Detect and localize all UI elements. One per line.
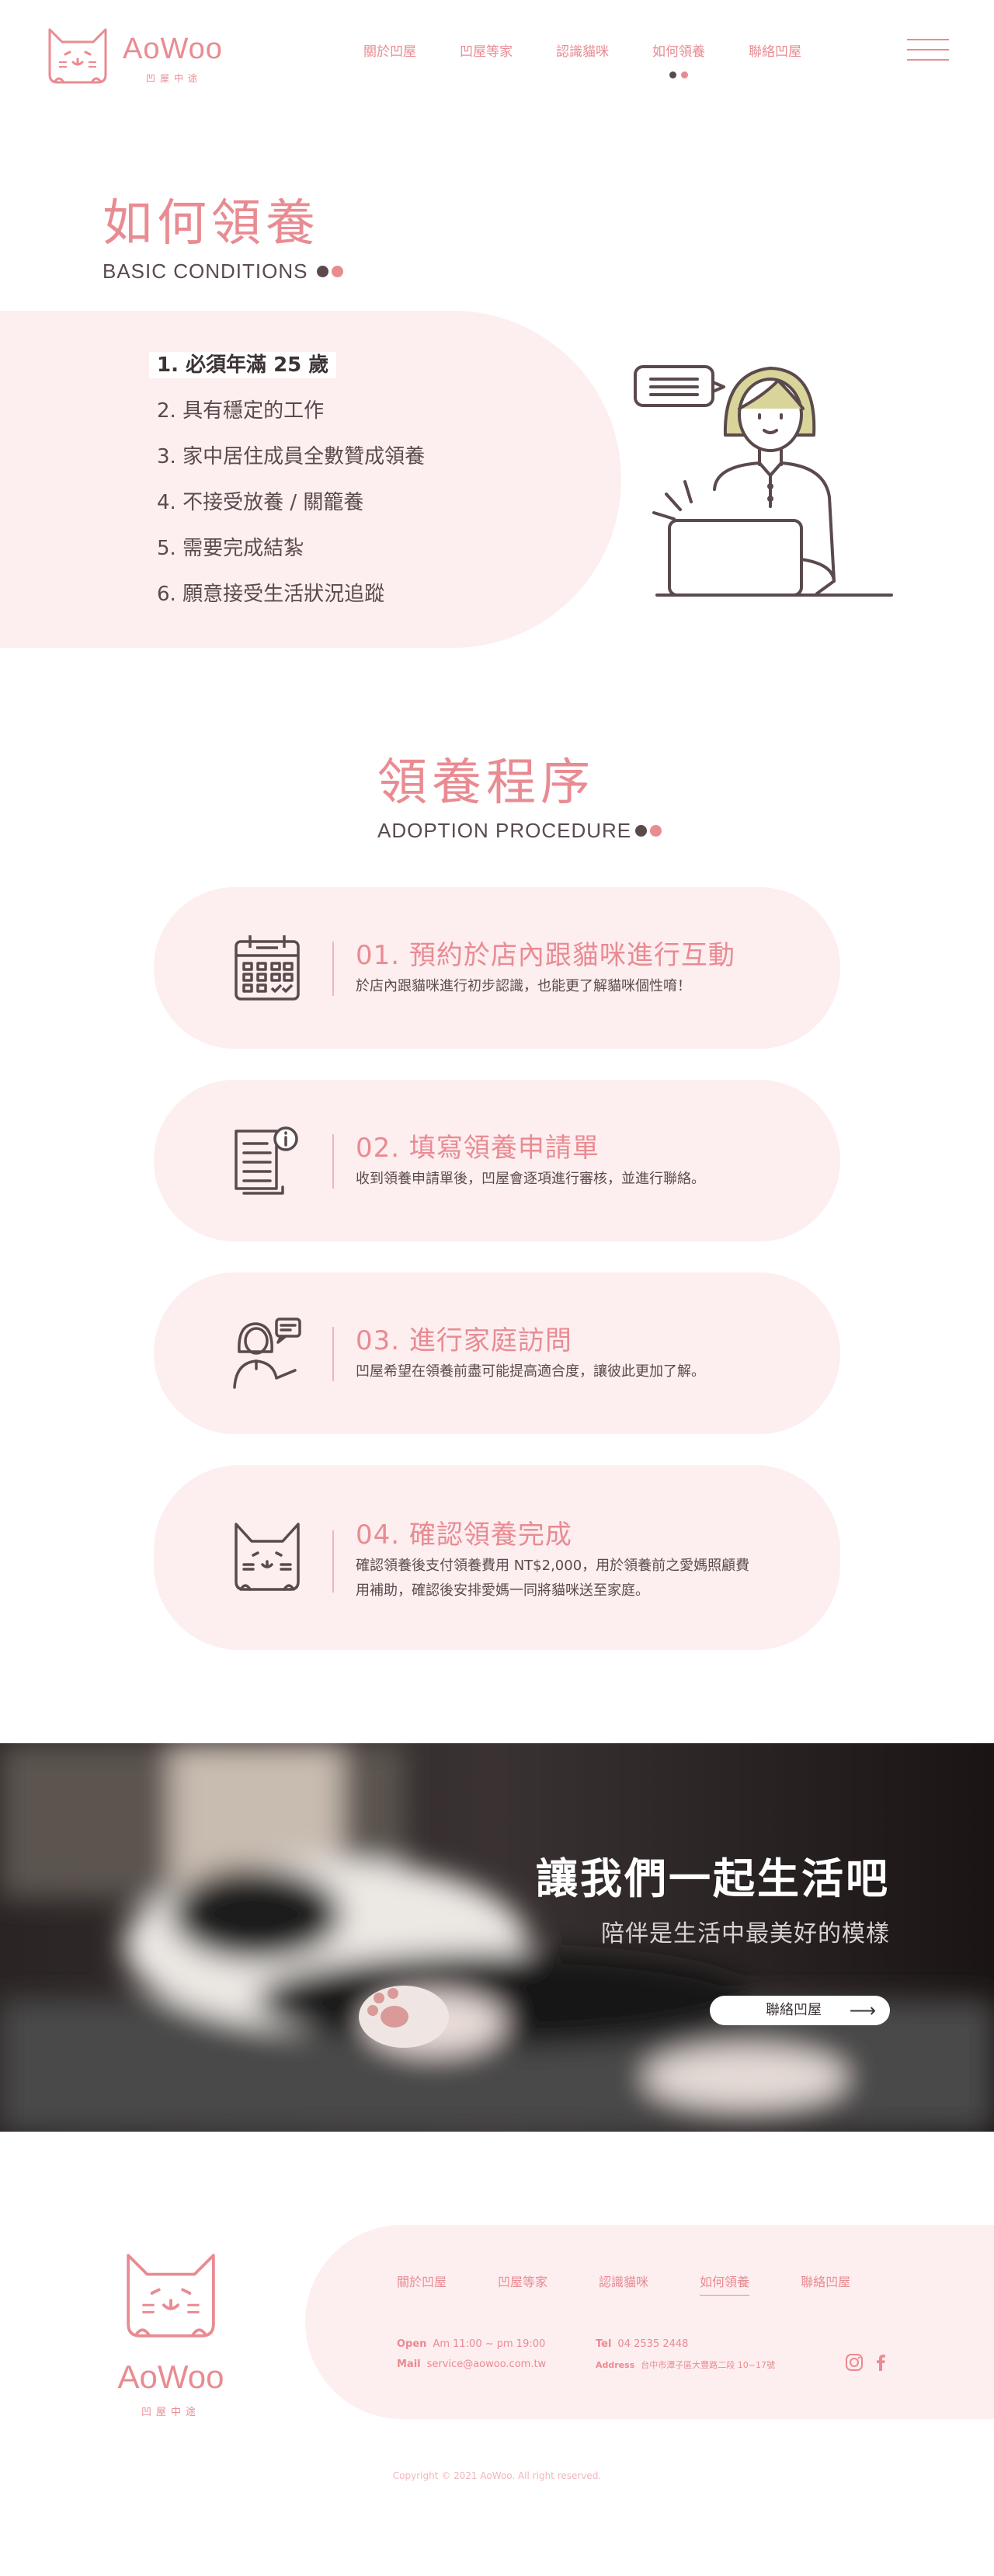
open-value: Am 11:00 ~ pm 19:00 [433,2338,546,2350]
step-divider [332,1134,334,1189]
dot [332,266,343,277]
cat-logo-icon [127,2254,215,2338]
conditions-title: 如何領養 [103,195,320,252]
step-title: 01. 預約於店內跟貓咪進行互動 [356,940,735,971]
condition-text: 1. 必須年滿 25 歲 [149,352,337,378]
condition-item: 3. 家中居住成員全數贊成領養 [157,445,426,468]
procedure-title: 領養程序 [377,754,595,812]
procedure-subtitle: ADOPTION PROCEDURE [377,819,632,842]
dot [650,825,662,837]
conditions-list: 1. 必須年滿 25 歲 2. 具有穩定的工作 3. 家中居住成員全數贊成領養 … [149,350,426,625]
step-title: 04. 確認領養完成 [356,1519,572,1551]
cat-logo-icon [48,28,107,84]
condition-item: 4. 不接受放養 / 關籠養 [157,491,364,514]
form-icon [235,1126,298,1195]
nav-item-how-to-adopt[interactable]: 如何領養 [631,40,727,78]
nav-item-contact[interactable]: 聯絡凹屋 [727,40,823,60]
step-title: 02. 填寫領養申請單 [356,1133,600,1164]
tel-info: Tel 04 2535 2448 [596,2338,688,2350]
footer-nav-contact[interactable]: 聯絡凹屋 [801,2271,850,2296]
dot [635,825,647,837]
address-info: Address 台中市潭子區大豐路二段 10~17號 [596,2358,775,2371]
woman-laptop-illustration [634,365,893,597]
condition-item: 5. 需要完成結紮 [157,537,304,560]
conditions-subtitle: BASIC CONDITIONS [103,259,308,283]
footer-nav-cats-waiting[interactable]: 凹屋等家 [498,2271,547,2296]
instagram-icon[interactable] [844,2352,864,2372]
condition-item: 2. 具有穩定的工作 [157,399,325,423]
procedure-step: 02. 填寫領養申請單 收到領養申請單後，凹屋會逐項進行審核，並進行聯絡。 [154,1080,840,1241]
site-header: AoWoo 凹屋中途 關於凹屋 凹屋等家 認識貓咪 如何領養 聯絡凹屋 [0,0,994,109]
footer-panel: 關於凹屋 凹屋等家 認識貓咪 如何領養 聯絡凹屋 Open Am 11:00 ~ … [305,2225,994,2419]
section-dots [317,266,351,278]
footer-nav-about[interactable]: 關於凹屋 [397,2271,447,2296]
step-description: 於店內跟貓咪進行初步認識，也能更了解貓咪個性唷！ [356,978,691,994]
footer-logo-text: AoWoo [117,2358,224,2395]
open-hours: Open Am 11:00 ~ pm 19:00 [397,2338,545,2350]
contact-button[interactable]: 聯絡凹屋 ⟶ [710,1996,890,2025]
cat-face-icon [235,1523,300,1591]
cta-banner: 讓我們一起生活吧 陪伴是生活中最美好的模樣 聯絡凹屋 ⟶ [0,1743,994,2132]
nav-item-know-cats[interactable]: 認識貓咪 [534,40,631,60]
tel-link[interactable]: 04 2535 2448 [617,2338,688,2350]
step-description: 凹屋希望在領養前盡可能提高適合度，讓彼此更加了解。 [356,1363,705,1380]
nav-label: 認識貓咪 [556,44,609,60]
active-indicator [669,67,688,78]
logo-subtitle: 凹屋中途 [146,73,203,84]
main-nav: 關於凹屋 凹屋等家 認識貓咪 如何領養 聯絡凹屋 [342,40,823,78]
footer-nav-know-cats[interactable]: 認識貓咪 [599,2271,648,2296]
step-divider [332,942,334,996]
nav-label: 聯絡凹屋 [749,44,801,60]
nav-label: 凹屋等家 [460,44,513,60]
dot [317,266,328,277]
copyright: Copyright © 2021 AoWoo. All right reserv… [392,2470,602,2481]
page: AoWoo 凹屋中途 關於凹屋 凹屋等家 認識貓咪 如何領養 聯絡凹屋 如何領養… [0,0,994,2576]
step-description: 確認領養後支付領養費用 NT$2,000，用於領養前之愛媽照顧費用補助，確認後安… [356,1558,750,1599]
procedure-step: 04. 確認領養完成 確認領養後支付領養費用 NT$2,000，用於領養前之愛媽… [154,1465,840,1650]
step-title: 03. 進行家庭訪問 [356,1325,572,1356]
banner-heading: 讓我們一起生活吧 [536,1854,890,1903]
procedure-step: 01. 預約於店內跟貓咪進行互動 於店內跟貓咪進行初步認識，也能更了解貓咪個性唷… [154,887,840,1049]
site-logo[interactable]: AoWoo 凹屋中途 [45,23,247,90]
arrow-right-icon: ⟶ [849,2000,876,2021]
address-label: Address [596,2360,635,2370]
procedure-step: 03. 進行家庭訪問 凹屋希望在領養前盡可能提高適合度，讓彼此更加了解。 [154,1272,840,1434]
mail-link[interactable]: service@aowoo.com.tw [427,2358,547,2370]
footer-nav: 關於凹屋 凹屋等家 認識貓咪 如何領養 聯絡凹屋 [397,2271,902,2296]
step-description: 收到領養申請單後，凹屋會逐項進行審核，並進行聯絡。 [356,1171,705,1187]
open-label: Open [397,2338,427,2350]
section-dots [635,825,669,837]
step-divider [332,1327,334,1381]
logo-text: AoWoo [123,33,223,65]
banner-subheading: 陪伴是生活中最美好的模樣 [601,1920,890,1948]
calendar-icon [235,935,300,1001]
nav-label: 如何領養 [652,44,705,60]
indicator-dot [669,71,677,78]
step-divider [332,1530,334,1593]
mail-label: Mail [397,2358,421,2370]
hamburger-menu-icon[interactable] [907,39,949,65]
footer-nav-how-to-adopt[interactable]: 如何領養 [700,2271,750,2296]
home-visit-icon [233,1318,301,1389]
footer-logo-subtitle: 凹屋中途 [141,2407,200,2418]
facebook-icon[interactable] [871,2352,891,2372]
condition-item: 6. 願意接受生活狀況追蹤 [157,583,385,606]
address-value: 台中市潭子區大豐路二段 10~17號 [641,2360,775,2370]
indicator-dot [680,71,688,78]
nav-label: 關於凹屋 [363,44,416,60]
footer-logo[interactable]: AoWoo 凹屋中途 [101,2245,241,2424]
nav-item-about[interactable]: 關於凹屋 [342,40,438,60]
nav-item-cats-waiting[interactable]: 凹屋等家 [438,40,534,60]
contact-button-label: 聯絡凹屋 [766,2002,822,2018]
tel-label: Tel [596,2338,612,2350]
condition-item: 1. 必須年滿 25 歲 [149,350,425,395]
mail-info: Mail service@aowoo.com.tw [397,2358,546,2370]
